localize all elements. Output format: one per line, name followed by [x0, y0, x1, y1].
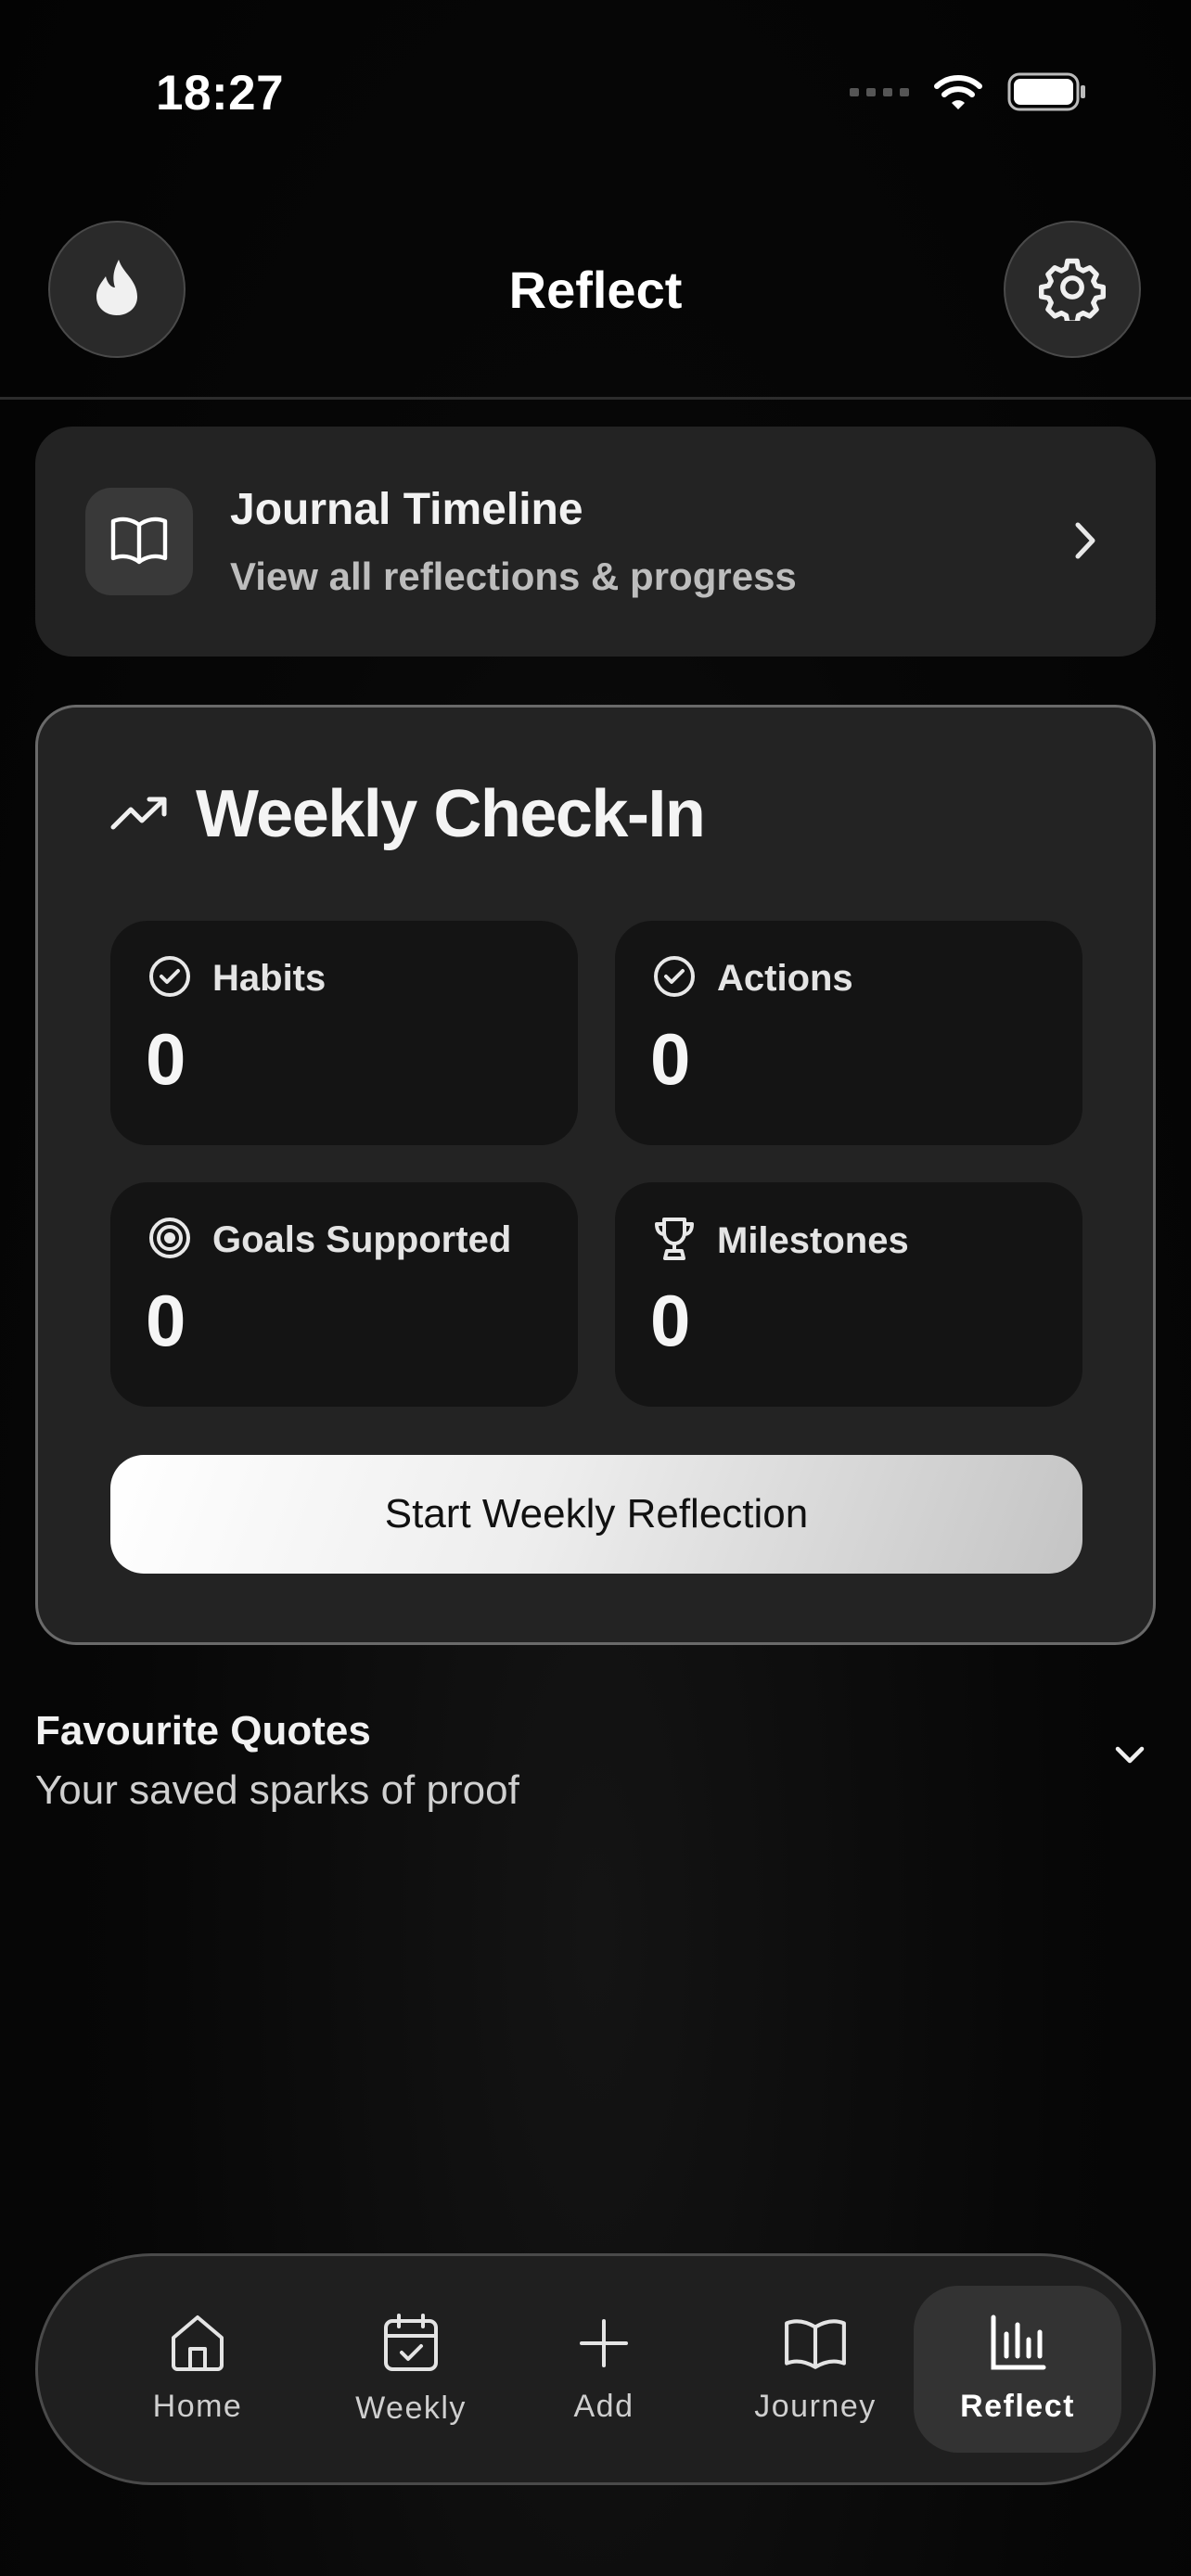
stat-tile-actions: Actions 0	[615, 921, 1082, 1145]
stat-tile-milestones: Milestones 0	[615, 1182, 1082, 1407]
nav-label: Home	[152, 2389, 243, 2424]
stat-tile-goals-supported: Goals Supported 0	[110, 1182, 578, 1407]
chevron-down-icon[interactable]	[1113, 1743, 1146, 1770]
book-open-icon	[109, 514, 169, 570]
gear-icon	[1039, 254, 1106, 325]
nav-label: Add	[573, 2389, 634, 2424]
nav-label: Journey	[754, 2389, 877, 2424]
journal-timeline-card[interactable]: Journal Timeline View all reflections & …	[35, 427, 1156, 657]
favourite-quotes-subtitle: Your saved sparks of proof	[35, 1767, 519, 1813]
plus-icon	[578, 2314, 630, 2376]
chevron-right-icon	[1072, 519, 1098, 567]
start-weekly-reflection-button[interactable]: Start Weekly Reflection	[110, 1455, 1082, 1574]
stat-label: Habits	[212, 958, 327, 999]
stat-value: 0	[650, 1280, 691, 1361]
weekly-checkin-card: Weekly Check-In Habits 0 Actions 0 Goals…	[35, 705, 1156, 1645]
bar-chart-icon	[988, 2314, 1047, 2376]
stat-value: 0	[146, 1018, 186, 1100]
nav-item-add[interactable]: Add	[513, 2256, 695, 2482]
trophy-icon	[652, 1216, 697, 1267]
home-icon	[168, 2314, 227, 2376]
stat-label: Milestones	[717, 1220, 909, 1261]
status-bar-icons	[850, 72, 1087, 116]
timeline-icon-box	[85, 488, 193, 595]
settings-button[interactable]	[1004, 221, 1141, 358]
check-circle-icon	[147, 954, 192, 1003]
nav-label: Weekly	[355, 2391, 467, 2426]
nav-item-weekly[interactable]: Weekly	[309, 2256, 513, 2482]
stat-value: 0	[650, 1018, 691, 1100]
wifi-icon	[933, 73, 983, 115]
check-circle-icon	[652, 954, 697, 1003]
trending-up-icon	[110, 794, 170, 835]
stat-tile-habits: Habits 0	[110, 921, 578, 1145]
signal-icon	[850, 85, 909, 103]
checkin-header: Weekly Check-In	[110, 776, 706, 852]
stat-label: Goals Supported	[212, 1219, 512, 1260]
nav-item-home[interactable]: Home	[96, 2256, 300, 2482]
timeline-subtitle: View all reflections & progress	[230, 555, 797, 598]
stat-value: 0	[146, 1280, 186, 1361]
bottom-nav: Home Weekly Add Journey Reflect	[35, 2253, 1156, 2485]
nav-label: Reflect	[960, 2389, 1075, 2424]
calendar-check-icon	[382, 2312, 440, 2378]
timeline-title: Journal Timeline	[230, 485, 583, 534]
battery-icon	[1007, 72, 1087, 116]
nav-item-journey[interactable]: Journey	[713, 2256, 917, 2482]
status-bar-time: 18:27	[156, 66, 285, 121]
book-open-icon	[783, 2314, 848, 2376]
favourite-quotes-title[interactable]: Favourite Quotes	[35, 1708, 371, 1754]
nav-item-reflect[interactable]: Reflect	[914, 2286, 1121, 2453]
header-divider	[0, 397, 1191, 400]
checkin-title: Weekly Check-In	[196, 777, 706, 851]
target-icon	[147, 1216, 192, 1265]
stat-label: Actions	[717, 958, 853, 999]
